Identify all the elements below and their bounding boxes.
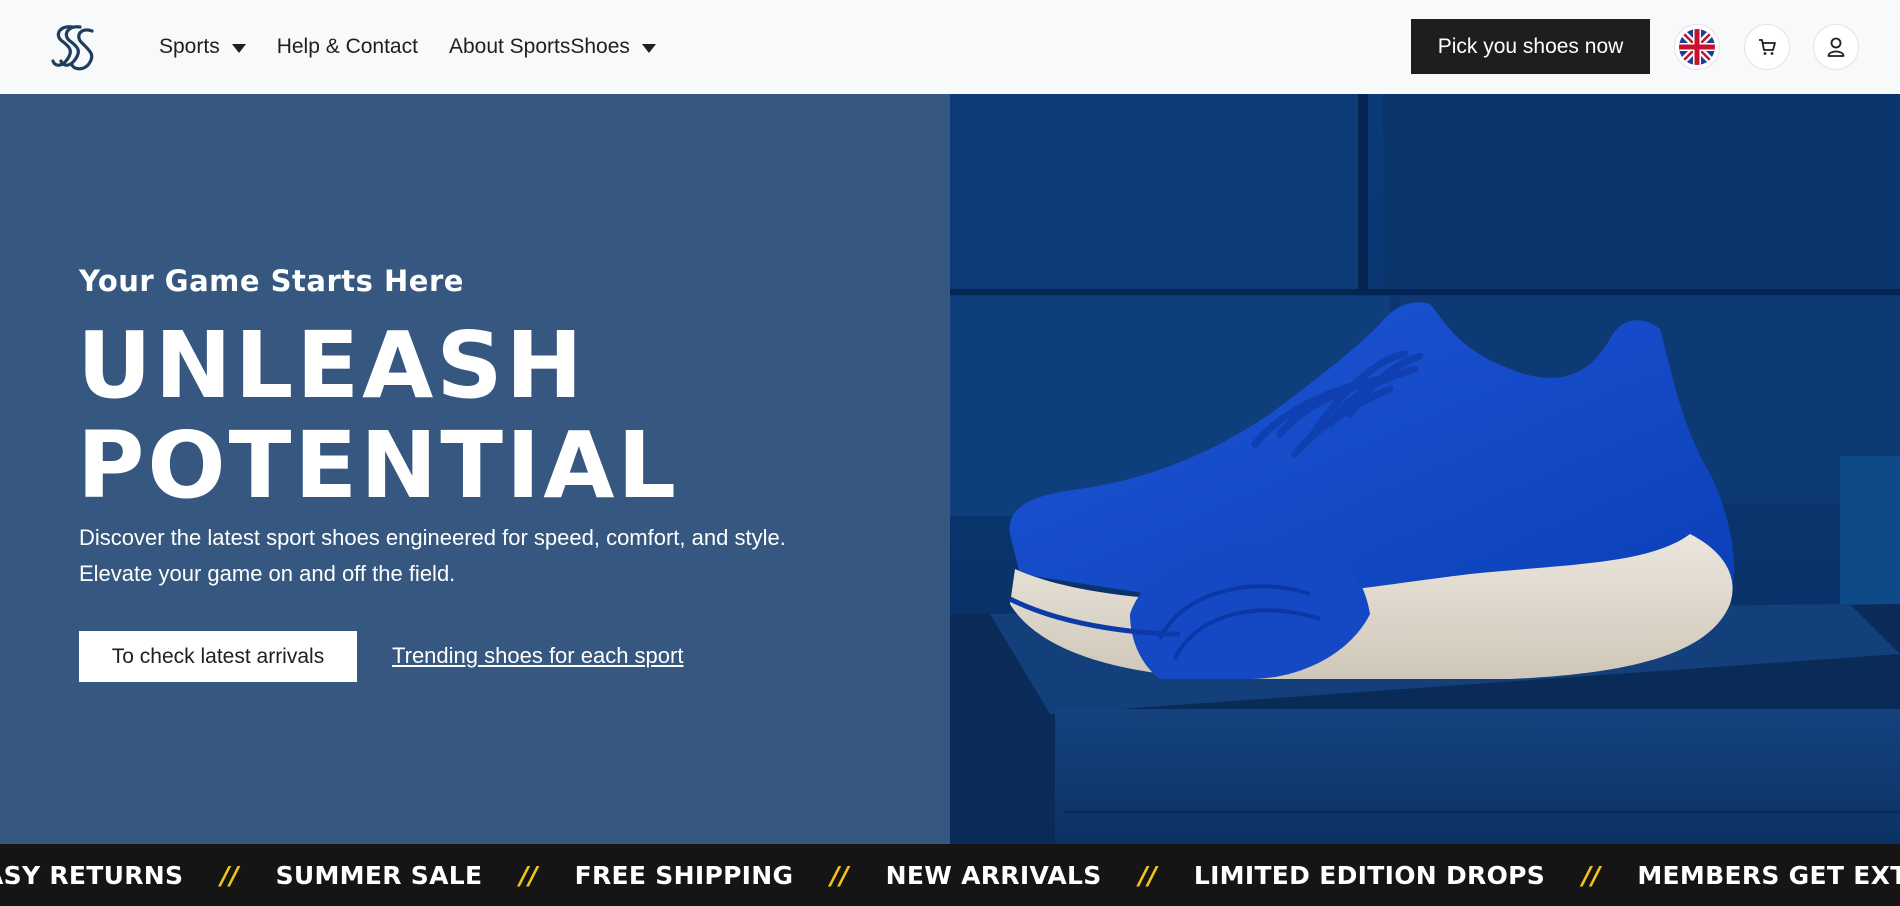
nav-sports[interactable]: Sports <box>159 35 246 59</box>
main-nav: Sports Help & Contact About SportsShoes <box>159 0 687 94</box>
pick-shoes-button[interactable]: Pick you shoes now <box>1411 19 1650 74</box>
ticker-separator: // <box>1138 860 1157 890</box>
headline-line-1: UNLEASH <box>77 312 586 419</box>
latest-arrivals-button[interactable]: To check latest arrivals <box>79 631 357 682</box>
ticker-separator: // <box>1582 860 1601 890</box>
latest-arrivals-label: To check latest arrivals <box>111 644 325 668</box>
user-icon <box>1827 37 1845 57</box>
headline-line-2: POTENTIAL <box>77 412 680 519</box>
nav-help-contact[interactable]: Help & Contact <box>277 35 418 59</box>
description-line-2: Elevate your game on and off the field. <box>79 561 456 586</box>
hero-product-image <box>950 94 1900 844</box>
hero-eyebrow: Your Game Starts Here <box>79 264 464 298</box>
nav-about[interactable]: About SportsShoes <box>449 35 656 59</box>
ticker-item: MEMBERS GET EXTRA 10% OFF <box>1637 860 1900 890</box>
ticker-separator: // <box>220 860 239 890</box>
ticker-track: ASY RETURNS // SUMMER SALE // FREE SHIPP… <box>0 844 1900 906</box>
nav-help-contact-label: Help & Contact <box>276 35 418 58</box>
hero-headline: UNLEASH POTENTIAL <box>77 316 679 516</box>
logo-icon[interactable] <box>50 21 104 73</box>
nav-about-label: About SportsShoes <box>448 35 630 58</box>
cart-button[interactable] <box>1744 24 1790 70</box>
chevron-down-icon <box>641 43 656 53</box>
description-line-1: Discover the latest sport shoes engineer… <box>79 525 786 550</box>
sneaker-image <box>950 94 1900 844</box>
ticker-item: NEW ARRIVALS <box>885 860 1102 890</box>
language-selector[interactable] <box>1674 24 1720 70</box>
ticker-item: SUMMER SALE <box>275 860 483 890</box>
hero-description: Discover the latest sport shoes engineer… <box>79 520 819 592</box>
account-button[interactable] <box>1813 24 1859 70</box>
ticker-item: ASY RETURNS <box>0 860 184 890</box>
pick-shoes-label: Pick you shoes now <box>1437 34 1624 58</box>
site-header: Sports Help & Contact About SportsShoes … <box>0 0 1900 94</box>
nav-sports-label: Sports <box>159 35 220 58</box>
uk-flag-icon <box>1679 29 1715 65</box>
ticker-separator: // <box>519 860 538 890</box>
ticker-separator: // <box>830 860 849 890</box>
chevron-down-icon <box>231 43 246 53</box>
ticker-item: FREE SHIPPING <box>574 860 794 890</box>
promo-ticker: ASY RETURNS // SUMMER SALE // FREE SHIPP… <box>0 844 1900 906</box>
cart-icon <box>1759 39 1776 55</box>
trending-shoes-link[interactable]: Trending shoes for each sport <box>392 643 683 669</box>
ticker-item: LIMITED EDITION DROPS <box>1193 860 1546 890</box>
